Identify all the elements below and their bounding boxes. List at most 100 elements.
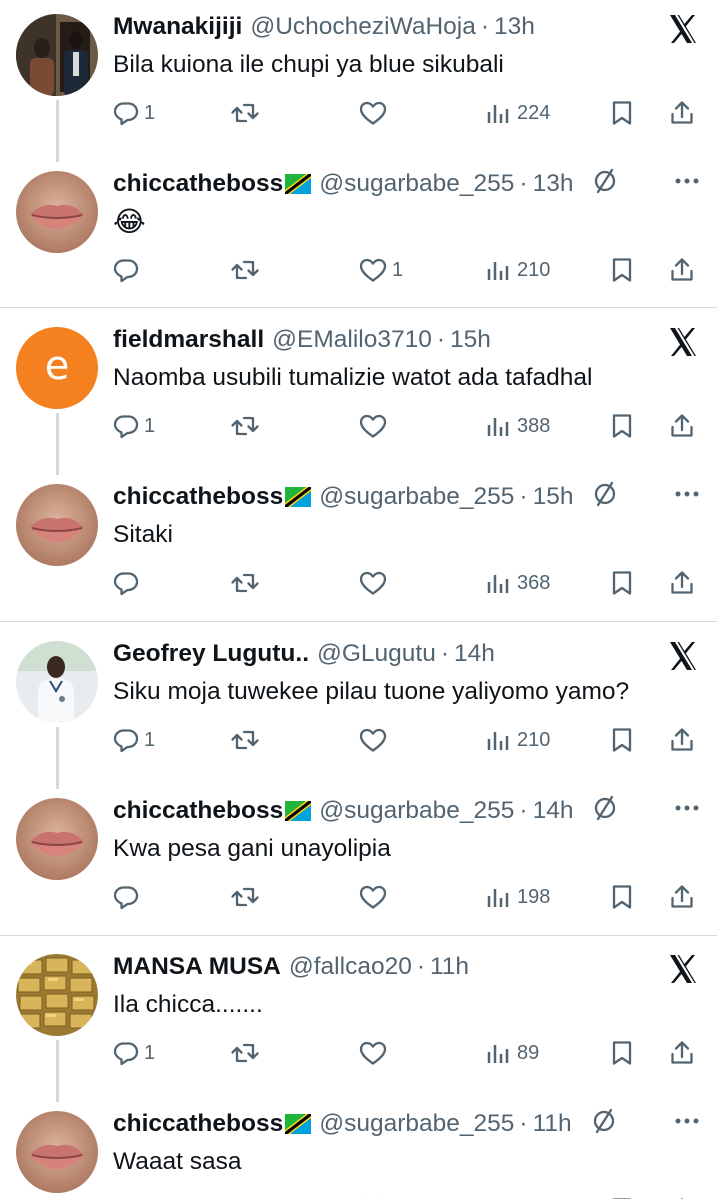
tweet-actions: 1 224: [100, 85, 717, 141]
views-button[interactable]: 224: [485, 85, 550, 141]
bookmark-button[interactable]: [608, 555, 636, 611]
share-button[interactable]: [668, 85, 696, 141]
timestamp[interactable]: 11h: [533, 1110, 572, 1137]
avatar[interactable]: [16, 1111, 98, 1193]
retweet-button[interactable]: [230, 398, 264, 454]
display-name[interactable]: chiccatheboss: [113, 1110, 283, 1137]
retweet-button[interactable]: [230, 242, 264, 298]
like-button[interactable]: [358, 1182, 392, 1199]
display-name[interactable]: chiccatheboss: [113, 483, 283, 510]
views-button[interactable]: 198: [485, 869, 550, 925]
display-name[interactable]: Geofrey Lugutu..: [113, 640, 309, 667]
views-button[interactable]: 388: [485, 398, 550, 454]
parent-tweet[interactable]: Mwanakijiji @UchocheziWaHoja · 13h Bila kuio…: [0, 0, 717, 162]
share-button[interactable]: [668, 555, 696, 611]
ellipsis-icon[interactable]: [674, 800, 700, 818]
views-button[interactable]: 368: [485, 555, 550, 611]
timestamp[interactable]: 15h: [533, 483, 574, 510]
share-button[interactable]: [668, 398, 696, 454]
retweet-button[interactable]: [230, 869, 264, 925]
like-button[interactable]: [358, 712, 392, 768]
like-count: 1: [392, 258, 404, 281]
parent-tweet[interactable]: MANSA MUSA @fallcao20 · 11h Ila chicca......…: [0, 940, 717, 1102]
like-button[interactable]: 1: [358, 242, 403, 298]
share-button[interactable]: [668, 1025, 696, 1081]
timestamp[interactable]: 14h: [533, 797, 574, 824]
reply-thread: Mwanakijiji @UchocheziWaHoja · 13h Bila kuio…: [0, 0, 717, 313]
timestamp[interactable]: 13h: [533, 170, 574, 197]
reply-button[interactable]: 1: [112, 398, 155, 454]
share-button[interactable]: [668, 1182, 696, 1199]
tanzania-flag-icon: [285, 170, 312, 204]
user-handle[interactable]: @fallcao20: [289, 953, 412, 980]
avatar[interactable]: [16, 14, 98, 96]
reply-tweet[interactable]: chiccatheboss @sugarbabe_255 · 13h 😂 1 210: [0, 157, 717, 313]
reply-button[interactable]: 1: [112, 1025, 155, 1081]
like-button[interactable]: [358, 398, 392, 454]
display-name[interactable]: fieldmarshall: [113, 326, 264, 353]
user-handle[interactable]: @sugarbabe_255: [319, 483, 514, 510]
user-handle[interactable]: @GLugutu: [317, 640, 436, 667]
share-button[interactable]: [668, 869, 696, 925]
like-button[interactable]: [358, 555, 392, 611]
share-button[interactable]: [668, 242, 696, 298]
parent-tweet[interactable]: Geofrey Lugutu.. @GLugutu · 14h Siku moja tu…: [0, 627, 717, 789]
avatar[interactable]: [16, 954, 98, 1036]
ellipsis-icon[interactable]: [674, 173, 700, 191]
reply-button[interactable]: [112, 555, 144, 611]
user-handle[interactable]: @UchocheziWaHoja: [250, 13, 476, 40]
share-icon: [671, 1041, 693, 1064]
reply-tweet[interactable]: chiccatheboss @sugarbabe_255 · 14h Kwa pesa …: [0, 784, 717, 940]
reply-button[interactable]: [112, 1182, 144, 1199]
timestamp[interactable]: 13h: [494, 13, 535, 40]
retweet-button[interactable]: [230, 1182, 264, 1199]
bookmark-button[interactable]: [608, 869, 636, 925]
display-name[interactable]: Mwanakijiji: [113, 13, 242, 40]
like-button[interactable]: [358, 1025, 392, 1081]
bookmark-button[interactable]: [608, 1182, 636, 1199]
reply-tweet[interactable]: chiccatheboss @sugarbabe_255 · 15h Sitaki 36…: [0, 470, 717, 626]
views-button[interactable]: 210: [485, 242, 550, 298]
views-button[interactable]: [485, 1182, 517, 1199]
retweet-button[interactable]: [230, 85, 264, 141]
bookmark-button[interactable]: [608, 712, 636, 768]
avatar[interactable]: [16, 641, 98, 723]
timestamp[interactable]: 11h: [430, 953, 469, 980]
reply-tweet[interactable]: chiccatheboss @sugarbabe_255 · 11h Waaat sas…: [0, 1097, 717, 1199]
display-name[interactable]: chiccatheboss: [113, 797, 283, 824]
bookmark-button[interactable]: [608, 398, 636, 454]
display-name[interactable]: chiccatheboss: [113, 170, 283, 197]
like-button[interactable]: [358, 85, 392, 141]
share-button[interactable]: [668, 712, 696, 768]
bookmark-button[interactable]: [608, 85, 636, 141]
bell-slash-icon: [590, 1107, 618, 1145]
avatar[interactable]: e: [16, 327, 98, 409]
bookmark-button[interactable]: [608, 242, 636, 298]
user-handle[interactable]: @sugarbabe_255: [319, 1110, 514, 1137]
timestamp[interactable]: 14h: [454, 640, 495, 667]
views-button[interactable]: 89: [485, 1025, 539, 1081]
timestamp[interactable]: 15h: [450, 326, 491, 353]
ellipsis-icon[interactable]: [674, 486, 700, 504]
reply-button[interactable]: 1: [112, 85, 155, 141]
like-button[interactable]: [358, 869, 392, 925]
parent-tweet[interactable]: e fieldmarshall @EMalilo3710 · 15h Naomba usu…: [0, 313, 717, 475]
reply-button[interactable]: 1: [112, 712, 155, 768]
display-name[interactable]: MANSA MUSA: [113, 953, 281, 980]
reply-button[interactable]: [112, 242, 144, 298]
user-handle[interactable]: @sugarbabe_255: [319, 797, 514, 824]
avatar[interactable]: [16, 798, 98, 880]
bookmark-button[interactable]: [608, 1025, 636, 1081]
views-button[interactable]: 210: [485, 712, 550, 768]
avatar[interactable]: [16, 484, 98, 566]
heart-icon: [359, 101, 387, 125]
reply-button[interactable]: [112, 869, 144, 925]
user-handle[interactable]: @sugarbabe_255: [319, 170, 514, 197]
user-handle[interactable]: @EMalilo3710: [272, 326, 432, 353]
retweet-button[interactable]: [230, 555, 264, 611]
retweet-button[interactable]: [230, 1025, 264, 1081]
tweet-actions: 1 210: [100, 242, 717, 298]
ellipsis-icon[interactable]: [674, 1113, 700, 1131]
retweet-button[interactable]: [230, 712, 264, 768]
avatar[interactable]: [16, 171, 98, 253]
